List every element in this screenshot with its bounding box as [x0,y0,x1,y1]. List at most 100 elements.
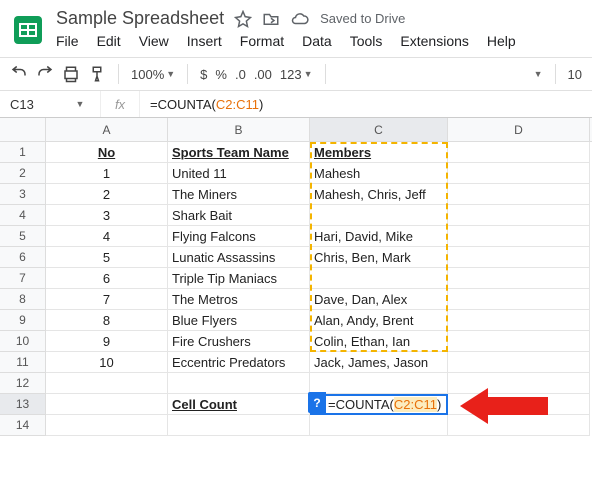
row-header[interactable]: 11 [0,352,46,373]
decrease-decimal-button[interactable]: .0 [235,67,246,82]
col-header-b[interactable]: B [168,118,310,141]
col-header-c[interactable]: C [310,118,448,141]
col-header-d[interactable]: D [448,118,590,141]
cell[interactable]: Members [310,142,448,163]
spreadsheet-grid[interactable]: A B C D 1NoSports Team NameMembers21Unit… [0,118,592,436]
cell[interactable]: 2 [46,184,168,205]
cell[interactable]: 7 [46,289,168,310]
cell[interactable]: 6 [46,268,168,289]
cell[interactable]: United 11 [168,163,310,184]
row-header[interactable]: 9 [0,310,46,331]
cell[interactable] [448,205,590,226]
row-header[interactable]: 8 [0,289,46,310]
cell[interactable]: Mahesh, Chris, Jeff [310,184,448,205]
cell[interactable]: Lunatic Assassins [168,247,310,268]
cell[interactable]: Colin, Ethan, Ian [310,331,448,352]
percent-button[interactable]: % [215,67,227,82]
cell[interactable]: Hari, David, Mike [310,226,448,247]
row-header[interactable]: 13 [0,394,46,415]
cell[interactable]: Jack, James, Jason [310,352,448,373]
undo-icon[interactable] [10,65,28,83]
cell[interactable] [168,415,310,436]
menu-insert[interactable]: Insert [187,33,222,49]
row-header[interactable]: 3 [0,184,46,205]
menu-tools[interactable]: Tools [350,33,383,49]
cell[interactable]: 3 [46,205,168,226]
cell[interactable] [310,415,448,436]
cell[interactable]: 10 [46,352,168,373]
cell[interactable]: 8 [46,310,168,331]
cell[interactable] [310,373,448,394]
row-header[interactable]: 5 [0,226,46,247]
cell[interactable]: Triple Tip Maniacs [168,268,310,289]
cell[interactable]: Dave, Dan, Alex [310,289,448,310]
cell[interactable] [448,352,590,373]
star-icon[interactable] [234,10,252,28]
row-header[interactable]: 7 [0,268,46,289]
formula-input[interactable]: =COUNTA(C2:C11) [140,97,263,112]
sheets-logo-icon[interactable] [10,12,46,48]
cell[interactable] [448,226,590,247]
cell[interactable]: Sports Team Name [168,142,310,163]
paint-format-icon[interactable] [88,65,106,83]
cell[interactable]: Shark Bait [168,205,310,226]
cell[interactable] [448,268,590,289]
cell[interactable]: Alan, Andy, Brent [310,310,448,331]
row-header[interactable]: 10 [0,331,46,352]
font-dropdown-icon[interactable]: ▼ [534,69,543,79]
cell[interactable] [448,163,590,184]
cell[interactable]: Fire Crushers [168,331,310,352]
cell[interactable] [448,142,590,163]
cell[interactable] [448,247,590,268]
menu-extensions[interactable]: Extensions [400,33,468,49]
font-size-input[interactable]: 10 [568,67,582,82]
menu-view[interactable]: View [139,33,169,49]
cell[interactable] [46,394,168,415]
menu-help[interactable]: Help [487,33,516,49]
zoom-select[interactable]: 100%▼ [131,67,175,82]
cell[interactable] [310,268,448,289]
cell[interactable] [46,373,168,394]
cell[interactable] [448,289,590,310]
cell[interactable]: The Metros [168,289,310,310]
cell[interactable]: 1 [46,163,168,184]
row-header[interactable]: 2 [0,163,46,184]
cell[interactable]: 9 [46,331,168,352]
currency-button[interactable]: $ [200,67,207,82]
cell[interactable]: No [46,142,168,163]
row-header[interactable]: 12 [0,373,46,394]
cell[interactable]: Chris, Ben, Mark [310,247,448,268]
menu-data[interactable]: Data [302,33,332,49]
cell[interactable]: Flying Falcons [168,226,310,247]
col-header-a[interactable]: A [46,118,168,141]
cell[interactable] [46,415,168,436]
cell[interactable] [448,310,590,331]
cell[interactable] [448,331,590,352]
menu-format[interactable]: Format [240,33,284,49]
redo-icon[interactable] [36,65,54,83]
cell[interactable] [310,205,448,226]
cell[interactable]: Blue Flyers [168,310,310,331]
cell[interactable]: Mahesh [310,163,448,184]
row-header[interactable]: 4 [0,205,46,226]
doc-title[interactable]: Sample Spreadsheet [56,8,224,29]
print-icon[interactable] [62,65,80,83]
name-box[interactable]: C13 [0,97,60,112]
move-icon[interactable] [262,10,280,28]
select-all-corner[interactable] [0,118,46,141]
menu-edit[interactable]: Edit [97,33,121,49]
cell[interactable] [448,184,590,205]
cell[interactable] [168,373,310,394]
cell[interactable]: 5 [46,247,168,268]
cell[interactable]: Eccentric Predators [168,352,310,373]
row-header[interactable]: 1 [0,142,46,163]
row-header[interactable]: 6 [0,247,46,268]
increase-decimal-button[interactable]: .00 [254,67,272,82]
formula-hint-icon[interactable]: ? [308,392,326,413]
cell[interactable]: Cell Count [168,394,310,415]
menu-file[interactable]: File [56,33,79,49]
cell[interactable]: 4 [46,226,168,247]
active-cell[interactable]: ? =COUNTA(C2:C11) [310,394,448,415]
row-header[interactable]: 14 [0,415,46,436]
number-format-select[interactable]: 123▼ [280,67,313,82]
